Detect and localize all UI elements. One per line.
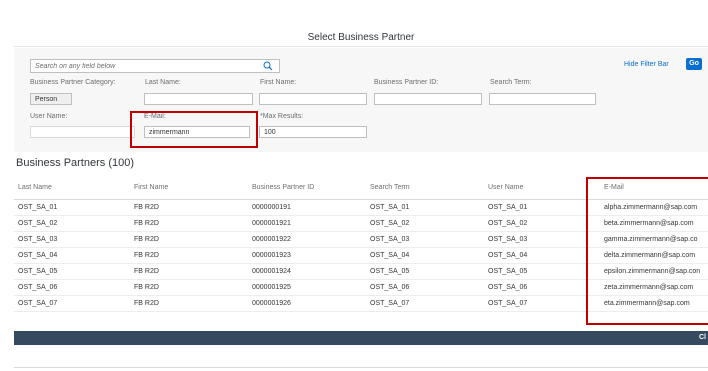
cell-search-term: OST_SA_07 (370, 300, 410, 307)
cell-bp-id: 0000001923 (252, 252, 291, 259)
cell-bp-id: 0000001926 (252, 300, 291, 307)
select-business-partner-dialog: Select Business Partner Hide Filter Bar … (0, 0, 708, 371)
cell-user-name: OST_SA_01 (488, 204, 528, 211)
cell-search-term: OST_SA_05 (370, 268, 410, 275)
bp-id-field[interactable] (374, 93, 482, 105)
hide-filter-bar-button[interactable]: Hide Filter Bar (624, 61, 669, 68)
cell-search-term: OST_SA_06 (370, 284, 410, 291)
column-header-bp-id[interactable]: Business Partner ID (252, 177, 314, 199)
cell-last-name: OST_SA_05 (18, 268, 58, 275)
cell-first-name: FB R2D (134, 284, 159, 291)
search-icon[interactable] (263, 61, 273, 71)
email-filter-highlight (130, 111, 258, 148)
table-title: Business Partners (100) (16, 157, 134, 169)
cell-user-name: OST_SA_06 (488, 284, 528, 291)
user-name-field[interactable] (30, 126, 135, 138)
cell-user-name: OST_SA_04 (488, 252, 528, 259)
first-name-field[interactable] (259, 93, 367, 105)
column-header-last-name[interactable]: Last Name (18, 177, 52, 199)
cell-bp-id: 0000001924 (252, 268, 291, 275)
cell-bp-id: 0000001925 (252, 284, 291, 291)
cell-user-name: OST_SA_03 (488, 236, 528, 243)
cell-last-name: OST_SA_03 (18, 236, 58, 243)
max-results-label: *Max Results: (260, 113, 304, 120)
last-name-label: Last Name: (145, 79, 181, 86)
first-name-label: First Name: (260, 79, 297, 86)
cell-bp-id: 0000001922 (252, 236, 291, 243)
divider (14, 367, 708, 368)
cell-search-term: OST_SA_01 (370, 204, 410, 211)
user-name-label: User Name: (30, 113, 68, 120)
cell-user-name: OST_SA_05 (488, 268, 528, 275)
column-header-search-term[interactable]: Search Term (370, 177, 410, 199)
cell-last-name: OST_SA_02 (18, 220, 58, 227)
cell-first-name: FB R2D (134, 204, 159, 211)
go-button[interactable]: Go (686, 58, 702, 70)
search-term-field[interactable] (489, 93, 596, 105)
cell-first-name: FB R2D (134, 268, 159, 275)
cell-search-term: OST_SA_04 (370, 252, 410, 259)
dialog-footer: Cl (14, 331, 708, 345)
dialog-title: Select Business Partner (307, 32, 415, 43)
cell-bp-id: 0000000191 (252, 204, 291, 211)
cell-search-term: OST_SA_02 (370, 220, 410, 227)
column-header-user-name[interactable]: User Name (488, 177, 523, 199)
category-field[interactable]: Person (30, 93, 72, 105)
cell-first-name: FB R2D (134, 220, 159, 227)
cell-last-name: OST_SA_04 (18, 252, 58, 259)
cell-first-name: FB R2D (134, 252, 159, 259)
bp-id-label: Business Partner ID: (374, 79, 439, 86)
cell-first-name: FB R2D (134, 236, 159, 243)
email-column-highlight (586, 177, 708, 325)
search-input[interactable] (35, 60, 235, 72)
cell-last-name: OST_SA_07 (18, 300, 58, 307)
cell-bp-id: 0000001921 (252, 220, 291, 227)
column-header-first-name[interactable]: First Name (134, 177, 168, 199)
cell-search-term: OST_SA_03 (370, 236, 410, 243)
last-name-field[interactable] (144, 93, 253, 105)
search-term-label: Search Term: (490, 79, 532, 86)
dialog-header: Select Business Partner (14, 24, 708, 47)
cell-user-name: OST_SA_02 (488, 220, 528, 227)
close-button[interactable]: Cl (699, 334, 706, 341)
max-results-field[interactable]: 100 (259, 126, 367, 138)
search-box[interactable] (30, 59, 280, 73)
cell-last-name: OST_SA_06 (18, 284, 58, 291)
cell-first-name: FB R2D (134, 300, 159, 307)
cell-last-name: OST_SA_01 (18, 204, 58, 211)
category-label: Business Partner Category: (30, 79, 116, 86)
cell-user-name: OST_SA_07 (488, 300, 528, 307)
